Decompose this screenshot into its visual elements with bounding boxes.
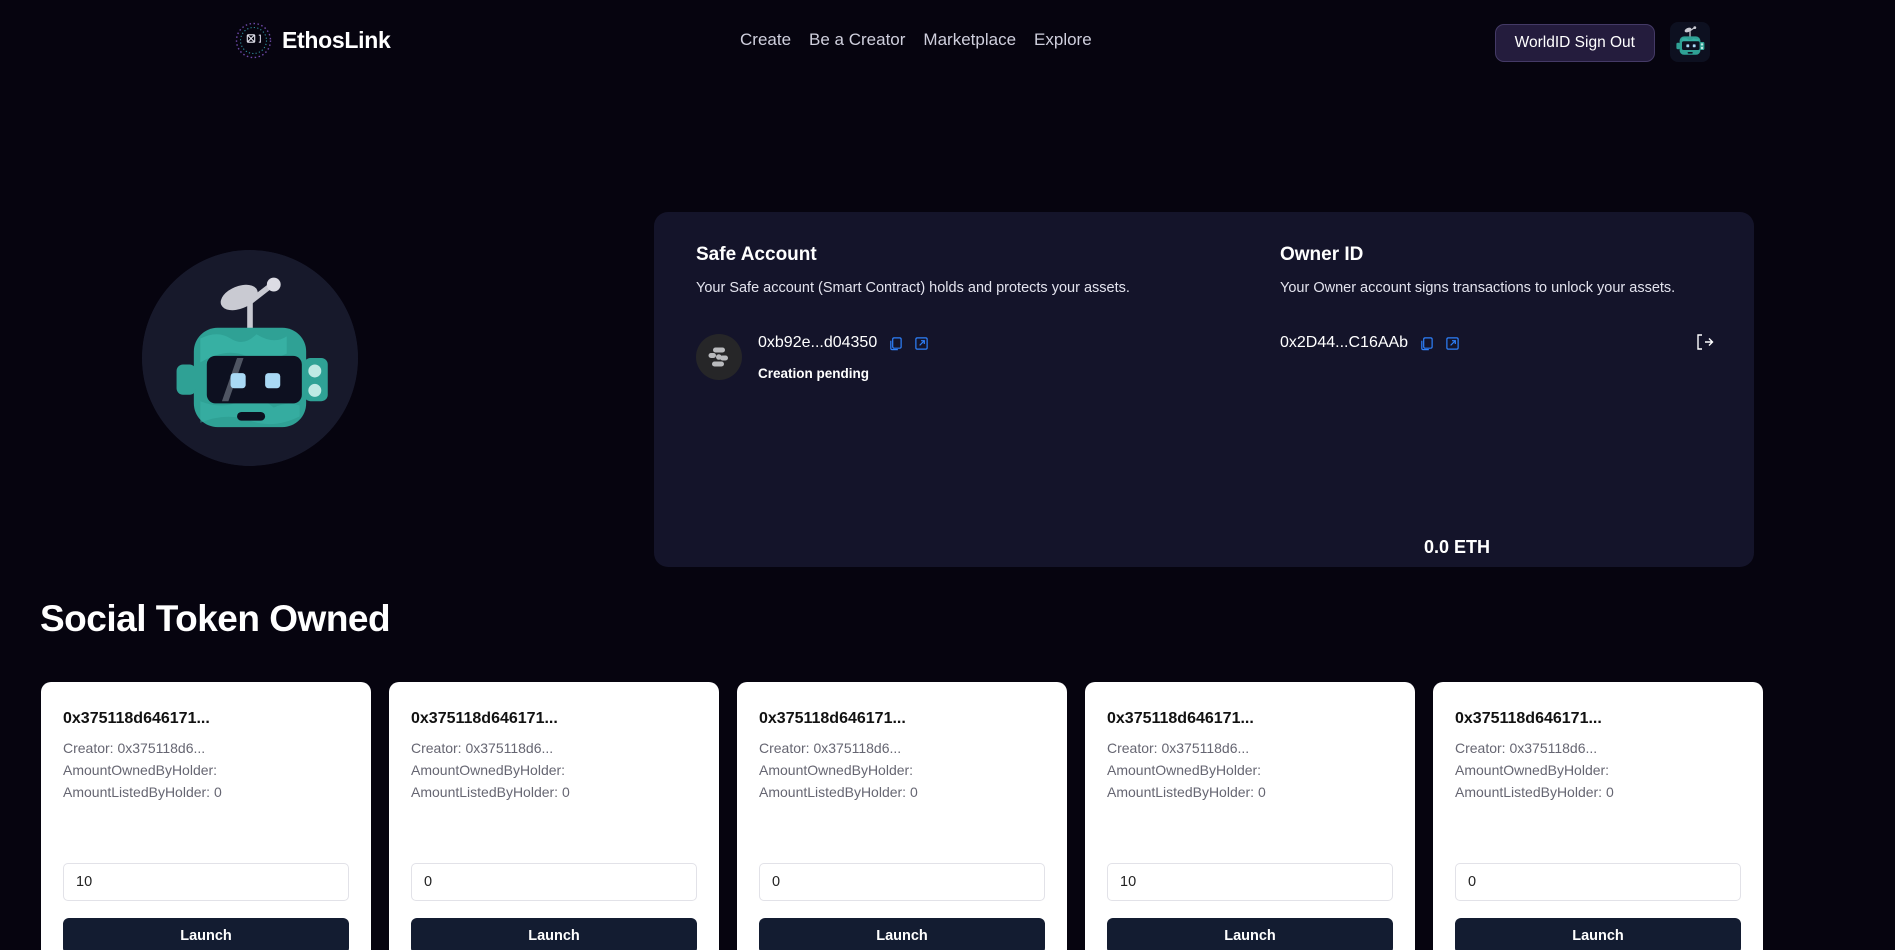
account-panel: Safe Account Your Safe account (Smart Co… <box>654 212 1754 567</box>
copy-icon[interactable] <box>888 336 903 351</box>
owner-id-column: Owner ID Your Owner account signs transa… <box>1280 244 1740 296</box>
profile-robot-avatar <box>142 250 358 466</box>
token-creator: Creator: 0x375118d6... <box>1455 740 1598 756</box>
safe-status-badge: Creation pending <box>758 366 869 381</box>
amount-input[interactable] <box>1455 863 1741 901</box>
worldid-sign-out-button[interactable]: WorldID Sign Out <box>1494 24 1655 62</box>
token-amount-owned: AmountOwnedByHolder: <box>411 762 566 778</box>
token-id: 0x375118d646171... <box>411 710 558 727</box>
safe-eth-balance: 0.0 ETH <box>1424 537 1491 557</box>
token-id: 0x375118d646171... <box>1107 710 1254 727</box>
safe-account-column: Safe Account Your Safe account (Smart Co… <box>696 244 1316 296</box>
safe-address-row: 0xb92e...d04350 <box>758 334 929 352</box>
safe-account-title: Safe Account <box>696 244 817 265</box>
external-link-icon[interactable] <box>1445 336 1460 351</box>
copy-icon[interactable] <box>1419 336 1434 351</box>
nav-item-create[interactable]: Create <box>740 30 791 50</box>
owner-id-title: Owner ID <box>1280 244 1364 265</box>
owner-id-description: Your Owner account signs transactions to… <box>1280 280 1676 296</box>
owner-address-row: 0x2D44...C16AAb <box>1280 334 1460 352</box>
nav-item-marketplace[interactable]: Marketplace <box>923 30 1016 50</box>
amount-input[interactable] <box>1107 863 1393 901</box>
token-card: 0x375118d646171... Creator: 0x375118d6..… <box>389 682 719 950</box>
token-creator: Creator: 0x375118d6... <box>63 740 206 756</box>
token-amount-owned: AmountOwnedByHolder: <box>759 762 914 778</box>
token-card: 0x375118d646171... Creator: 0x375118d6..… <box>737 682 1067 950</box>
external-link-icon[interactable] <box>914 336 929 351</box>
token-creator: Creator: 0x375118d6... <box>759 740 902 756</box>
page-title: Social Token Owned <box>40 598 391 639</box>
nav-item-be-a-creator[interactable]: Be a Creator <box>809 30 905 50</box>
launch-button[interactable]: Launch <box>411 918 697 950</box>
amount-input[interactable] <box>759 863 1045 901</box>
social-token-card-list: 0x375118d646171... Creator: 0x375118d6..… <box>41 682 1763 950</box>
amount-input[interactable] <box>63 863 349 901</box>
safe-account-description: Your Safe account (Smart Contract) holds… <box>696 280 1130 296</box>
safe-address: 0xb92e...d04350 <box>758 334 878 351</box>
token-amount-listed: AmountListedByHolder: 0 <box>63 784 222 800</box>
launch-button[interactable]: Launch <box>63 918 349 950</box>
launch-button[interactable]: Launch <box>1107 918 1393 950</box>
token-amount-listed: AmountListedByHolder: 0 <box>1455 784 1614 800</box>
launch-button[interactable]: Launch <box>1455 918 1741 950</box>
token-amount-owned: AmountOwnedByHolder: <box>1107 762 1262 778</box>
amount-input[interactable] <box>411 863 697 901</box>
token-id: 0x375118d646171... <box>1455 710 1602 727</box>
token-creator: Creator: 0x375118d6... <box>1107 740 1250 756</box>
token-card: 0x375118d646171... Creator: 0x375118d6..… <box>41 682 371 950</box>
token-id: 0x375118d646171... <box>63 710 210 727</box>
token-amount-listed: AmountListedByHolder: 0 <box>411 784 570 800</box>
token-amount-owned: AmountOwnedByHolder: <box>63 762 218 778</box>
header-robot-avatar[interactable] <box>1670 22 1710 62</box>
site-header: EthosLink Create Be a Creator Marketplac… <box>0 0 1895 90</box>
nav-item-explore[interactable]: Explore <box>1034 30 1092 50</box>
logout-icon[interactable] <box>1694 332 1714 352</box>
token-card: 0x375118d646171... Creator: 0x375118d6..… <box>1085 682 1415 950</box>
main-nav: Create Be a Creator Marketplace Explore <box>740 30 1092 50</box>
launch-button[interactable]: Launch <box>759 918 1045 950</box>
token-amount-listed: AmountListedByHolder: 0 <box>1107 784 1266 800</box>
owner-address: 0x2D44...C16AAb <box>1280 334 1409 351</box>
brand-name: EthosLink <box>282 27 391 53</box>
safe-logo-icon <box>696 334 742 380</box>
token-amount-owned: AmountOwnedByHolder: <box>1455 762 1610 778</box>
token-creator: Creator: 0x375118d6... <box>411 740 554 756</box>
brand-logo[interactable]: EthosLink <box>235 22 391 59</box>
ethos-ring-logo-icon <box>235 22 272 59</box>
token-amount-listed: AmountListedByHolder: 0 <box>759 784 918 800</box>
safe-account-details: 0xb92e...d04350 Creation pending <box>696 334 929 381</box>
token-id: 0x375118d646171... <box>759 710 906 727</box>
token-card: 0x375118d646171... Creator: 0x375118d6..… <box>1433 682 1763 950</box>
